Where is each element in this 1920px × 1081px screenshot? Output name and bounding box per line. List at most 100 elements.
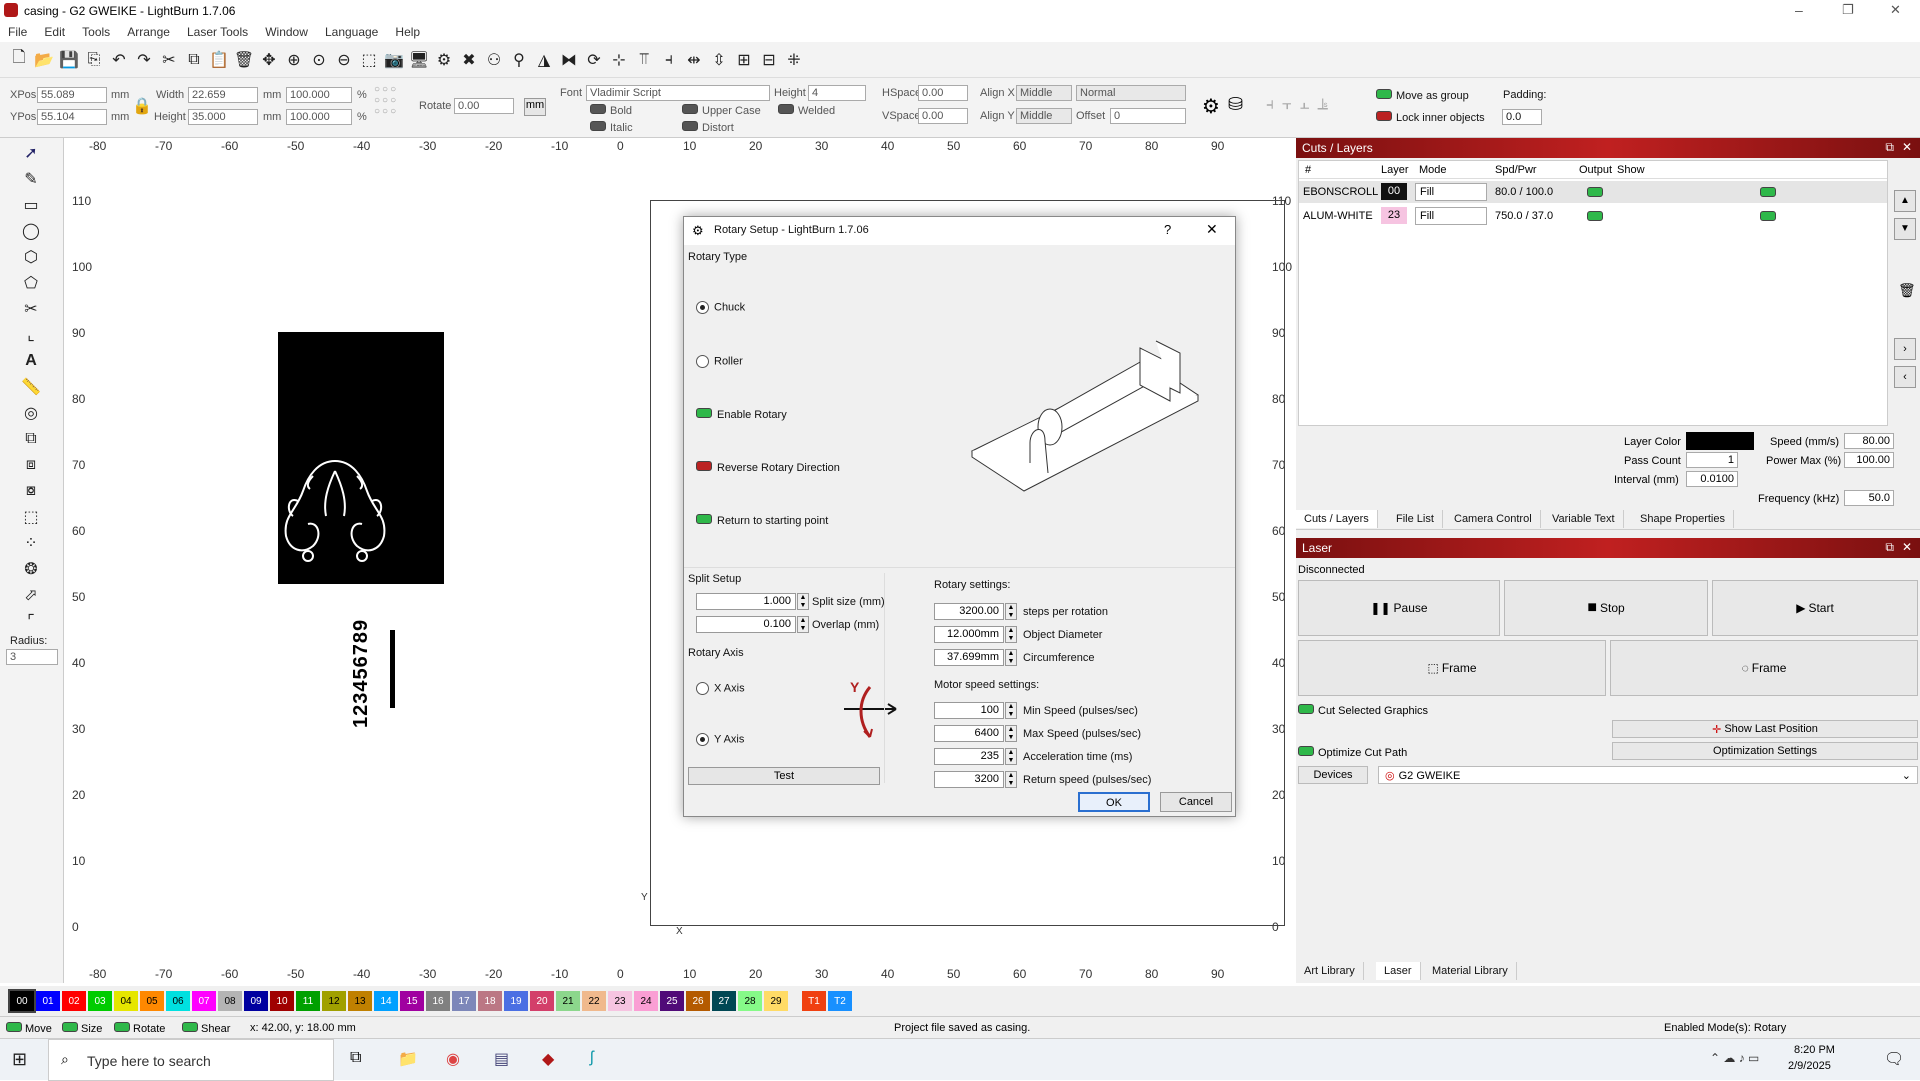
palette-swatch[interactable]: 19 xyxy=(504,991,528,1011)
text-mode-select[interactable]: Normal xyxy=(1076,85,1186,101)
diameter-spinner[interactable]: ▲ ▼ xyxy=(1005,626,1017,643)
min-speed-spinner[interactable]: ▲ ▼ xyxy=(1005,702,1017,719)
ungroup-icon[interactable]: ⚲ xyxy=(508,49,530,71)
interval-field[interactable]: 0.0100 xyxy=(1686,471,1738,487)
power-field[interactable]: 100.00 xyxy=(1844,452,1894,468)
anchor-grid-icon[interactable]: ○○○ ○○○ ○○○ xyxy=(374,84,416,130)
palette-swatch[interactable]: 04 xyxy=(114,991,138,1011)
black-rectangle-shape[interactable] xyxy=(278,332,444,584)
dialog-close-button[interactable]: ✕ xyxy=(1206,221,1218,238)
diameter-field[interactable]: 12.000mm xyxy=(934,626,1004,643)
file-explorer-icon[interactable]: 📁 xyxy=(398,1049,418,1069)
font-height-field[interactable]: 4 xyxy=(808,85,866,101)
y-axis-radio[interactable]: Y Axis xyxy=(696,733,744,746)
menu-help[interactable]: Help xyxy=(395,25,420,39)
rotate-mode-toggle[interactable]: Rotate xyxy=(114,1022,165,1035)
max-speed-field[interactable]: 6400 xyxy=(934,725,1004,742)
select-icon[interactable]: ➚ xyxy=(20,142,42,164)
zoom-selection-icon[interactable]: ⬚ xyxy=(358,49,380,71)
menu-file[interactable]: File xyxy=(8,25,27,39)
palette-swatch[interactable]: 21 xyxy=(556,991,580,1011)
offset-field[interactable]: 0 xyxy=(1110,108,1186,124)
palette-swatch[interactable]: 03 xyxy=(88,991,112,1011)
boolean-union-icon[interactable]: ⧉ xyxy=(20,428,42,450)
height-pct-field[interactable]: 100.000 xyxy=(286,109,352,125)
max-speed-spinner[interactable]: ▲ ▼ xyxy=(1005,725,1017,742)
palette-swatch[interactable]: 01 xyxy=(36,991,60,1011)
undo-icon[interactable]: ↶ xyxy=(108,49,130,71)
align-top-icon[interactable]: ⫪ xyxy=(633,49,655,71)
frequency-field[interactable]: 50.0 xyxy=(1844,490,1894,506)
vertical-bar-shape[interactable] xyxy=(390,630,395,708)
crop-icon[interactable]: ⌞ xyxy=(20,324,42,346)
cancel-button[interactable]: Cancel xyxy=(1160,792,1232,812)
align-left-icon[interactable]: ⫞ xyxy=(658,49,680,71)
chrome-icon[interactable]: ◉ xyxy=(446,1049,460,1069)
steps-field[interactable]: 3200.00 xyxy=(934,603,1004,620)
path-text-icon[interactable]: ⬀ xyxy=(20,584,42,606)
tab-cuts-layers[interactable]: Cuts / Layers xyxy=(1296,510,1378,528)
export-icon[interactable]: ⎘ xyxy=(83,49,105,71)
palette-swatch[interactable]: 23 xyxy=(608,991,632,1011)
tray-icons[interactable]: ⌃ ☁ ♪ ▭ xyxy=(1710,1051,1759,1065)
tab-variable-text[interactable]: Variable Text xyxy=(1544,510,1624,528)
rectangle-icon[interactable]: ▭ xyxy=(20,194,42,216)
palette-swatch[interactable]: 09 xyxy=(244,991,268,1011)
frame-rect-button[interactable]: ⬚ Frame xyxy=(1298,640,1606,696)
frame-circle-button[interactable]: ◌ Frame xyxy=(1610,640,1918,696)
overlap-field[interactable]: 0.100 xyxy=(696,616,796,633)
hspace-field[interactable]: 0.00 xyxy=(918,85,968,101)
app-icon[interactable]: ▤ xyxy=(494,1049,509,1069)
scroll-ornament-graphic[interactable] xyxy=(278,456,392,566)
zoom-out-icon[interactable]: ⊖ xyxy=(333,49,355,71)
return-speed-spinner[interactable]: ▲ ▼ xyxy=(1005,771,1017,788)
reverse-rotary-toggle[interactable]: Reverse Rotary Direction xyxy=(696,461,840,474)
zoom-page-icon[interactable]: ⊙ xyxy=(308,49,330,71)
steps-spinner[interactable]: ▲ ▼ xyxy=(1005,603,1017,620)
dock-icon[interactable]: ⊞ xyxy=(733,49,755,71)
palette-swatch[interactable]: 22 xyxy=(582,991,606,1011)
chuck-radio[interactable]: Chuck xyxy=(696,301,745,314)
float-laser-icon[interactable]: ⧉ xyxy=(1885,540,1894,555)
help-button[interactable]: ? xyxy=(1164,222,1171,237)
move-mode-toggle[interactable]: Move xyxy=(6,1022,52,1035)
palette-swatch[interactable]: 14 xyxy=(374,991,398,1011)
float-panel-icon[interactable]: ⧉ xyxy=(1885,140,1894,155)
palette-swatch[interactable]: 12 xyxy=(322,991,346,1011)
x-axis-radio[interactable]: X Axis xyxy=(696,682,745,695)
size-mode-toggle[interactable]: Size xyxy=(62,1022,102,1035)
height-field[interactable]: 35.000 xyxy=(188,109,258,125)
move-down-icon[interactable]: ▼ xyxy=(1894,218,1916,240)
devices-button[interactable]: Devices xyxy=(1298,766,1368,784)
new-file-icon[interactable]: 🗋 xyxy=(8,49,30,71)
group-icon[interactable]: ⚇ xyxy=(483,49,505,71)
menu-edit[interactable]: Edit xyxy=(44,25,65,39)
acceleration-spinner[interactable]: ▲ ▼ xyxy=(1005,748,1017,765)
menu-window[interactable]: Window xyxy=(265,25,308,39)
welded-checkbox[interactable]: Welded xyxy=(778,104,835,117)
copy-icon[interactable]: ⧉ xyxy=(183,49,205,71)
show-last-position-button[interactable]: ✛ Show Last Position xyxy=(1612,720,1918,738)
palette-swatch[interactable]: 02 xyxy=(62,991,86,1011)
roller-radio[interactable]: Roller xyxy=(696,355,743,368)
offset-icon[interactable]: ◎ xyxy=(20,402,42,424)
alignx-select[interactable]: Middle xyxy=(1016,85,1072,101)
flip-horizontal-icon[interactable]: ◮ xyxy=(533,49,555,71)
grid-array-icon[interactable]: ⁘ xyxy=(20,532,42,554)
speed-field[interactable]: 80.00 xyxy=(1844,433,1894,449)
maximize-button[interactable]: ❐ xyxy=(1842,2,1854,18)
xpos-field[interactable]: 55.089 xyxy=(37,87,107,103)
show-toggle[interactable] xyxy=(1760,187,1777,197)
pan-icon[interactable]: ✥ xyxy=(258,49,280,71)
circumference-spinner[interactable]: ▲ ▼ xyxy=(1005,649,1017,666)
acceleration-field[interactable]: 235 xyxy=(934,748,1004,765)
settings-icon[interactable]: ⚙ xyxy=(433,49,455,71)
palette-swatch[interactable]: 24 xyxy=(634,991,658,1011)
cut-icon[interactable]: ✂ xyxy=(158,49,180,71)
distort-checkbox[interactable]: Distort xyxy=(682,121,734,134)
close-panel-icon[interactable]: ✕ xyxy=(1902,140,1912,154)
notification-icon[interactable]: 🗨 xyxy=(1884,1049,1904,1069)
tab-shape-properties[interactable]: Shape Properties xyxy=(1632,510,1734,528)
test-button[interactable]: Test xyxy=(688,767,880,785)
italic-checkbox[interactable]: Italic xyxy=(590,121,633,134)
